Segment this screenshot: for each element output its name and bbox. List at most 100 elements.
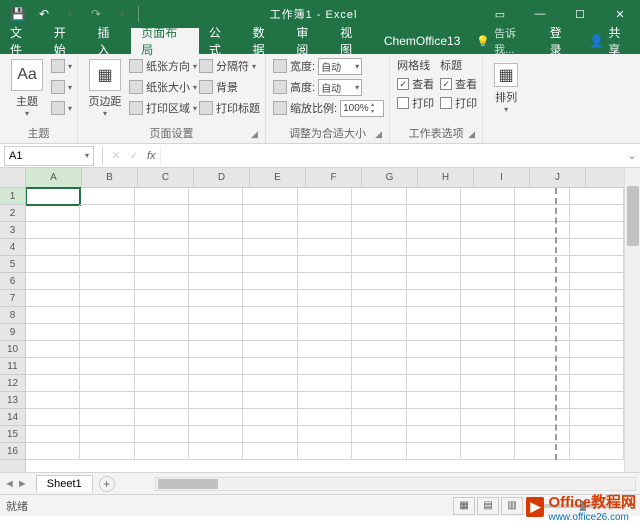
cell[interactable] <box>352 358 406 375</box>
cell[interactable] <box>80 188 134 205</box>
cell[interactable] <box>26 341 80 358</box>
cell[interactable] <box>135 188 189 205</box>
cell[interactable] <box>26 222 80 239</box>
cell[interactable] <box>298 341 352 358</box>
cell[interactable] <box>570 239 624 256</box>
vertical-scrollbar[interactable] <box>624 168 640 472</box>
cell[interactable] <box>243 222 297 239</box>
cell[interactable] <box>189 358 243 375</box>
cell[interactable] <box>352 307 406 324</box>
cell[interactable] <box>407 443 461 460</box>
cell[interactable] <box>135 341 189 358</box>
cell[interactable] <box>189 392 243 409</box>
cell[interactable] <box>352 273 406 290</box>
tab-page-layout[interactable]: 页面布局 <box>131 28 199 54</box>
orientation-button[interactable]: 纸张方向▾ <box>129 56 197 76</box>
cell[interactable] <box>570 222 624 239</box>
page-break-view-button[interactable]: ▥ <box>501 497 523 515</box>
column-header[interactable]: F <box>306 168 362 187</box>
cell[interactable] <box>26 205 80 222</box>
cell[interactable] <box>243 443 297 460</box>
row-header[interactable]: 3 <box>0 222 25 239</box>
cancel-formula-button[interactable]: ✕ <box>107 149 125 162</box>
cell[interactable] <box>243 239 297 256</box>
cell[interactable] <box>407 188 461 205</box>
cell[interactable] <box>135 409 189 426</box>
cell[interactable] <box>461 239 515 256</box>
cell[interactable] <box>515 239 569 256</box>
cell[interactable] <box>352 188 406 205</box>
cell[interactable] <box>515 273 569 290</box>
row-header[interactable]: 6 <box>0 273 25 290</box>
cell[interactable] <box>515 256 569 273</box>
cell[interactable] <box>135 290 189 307</box>
row-header[interactable]: 12 <box>0 375 25 392</box>
cell[interactable] <box>243 392 297 409</box>
cell[interactable] <box>243 307 297 324</box>
column-header[interactable]: I <box>474 168 530 187</box>
cell[interactable] <box>515 358 569 375</box>
cell[interactable] <box>298 443 352 460</box>
cell[interactable] <box>407 290 461 307</box>
cell[interactable] <box>26 188 80 205</box>
row-header[interactable]: 16 <box>0 443 25 460</box>
column-header[interactable]: H <box>418 168 474 187</box>
cell[interactable] <box>515 341 569 358</box>
normal-view-button[interactable]: ▦ <box>453 497 475 515</box>
cell[interactable] <box>189 222 243 239</box>
print-titles-button[interactable]: 打印标题 <box>199 98 260 118</box>
cell[interactable] <box>515 307 569 324</box>
print-area-button[interactable]: 打印区域▾ <box>129 98 197 118</box>
cell[interactable] <box>189 443 243 460</box>
cell[interactable] <box>352 443 406 460</box>
cell[interactable] <box>135 324 189 341</box>
cell[interactable] <box>243 409 297 426</box>
row-header[interactable]: 2 <box>0 205 25 222</box>
sheetopts-dialog-launcher[interactable]: ◢ <box>468 129 480 141</box>
cell[interactable] <box>407 358 461 375</box>
qat-customize-icon[interactable]: ▾ <box>110 2 134 26</box>
cell[interactable] <box>189 426 243 443</box>
cell[interactable] <box>407 375 461 392</box>
cell[interactable] <box>26 256 80 273</box>
scale-input[interactable]: 100%▴▾ <box>340 100 384 117</box>
background-button[interactable]: 背景 <box>199 77 260 97</box>
column-header[interactable]: D <box>194 168 250 187</box>
cell[interactable] <box>243 188 297 205</box>
cell[interactable] <box>26 273 80 290</box>
cell[interactable] <box>189 256 243 273</box>
cell[interactable] <box>461 375 515 392</box>
cell[interactable] <box>189 290 243 307</box>
cell[interactable] <box>80 256 134 273</box>
column-header[interactable]: A <box>26 168 82 187</box>
tab-view[interactable]: 视图 <box>330 28 374 54</box>
gridlines-print-checkbox[interactable] <box>397 97 409 109</box>
tab-review[interactable]: 审阅 <box>286 28 330 54</box>
cell[interactable] <box>26 443 80 460</box>
cell[interactable] <box>461 205 515 222</box>
cell[interactable] <box>407 256 461 273</box>
cell[interactable] <box>352 409 406 426</box>
formula-bar[interactable] <box>160 146 624 166</box>
headings-view-checkbox[interactable]: ✓ <box>440 78 452 90</box>
cell[interactable] <box>135 222 189 239</box>
margins-button[interactable]: ▦ 页边距 ▾ <box>83 56 127 120</box>
row-header[interactable]: 14 <box>0 409 25 426</box>
tab-insert[interactable]: 插入 <box>88 28 132 54</box>
tab-formulas[interactable]: 公式 <box>199 28 243 54</box>
cell[interactable] <box>135 273 189 290</box>
cell[interactable] <box>298 222 352 239</box>
cell[interactable] <box>26 409 80 426</box>
cell[interactable] <box>515 392 569 409</box>
cell[interactable] <box>570 290 624 307</box>
cell[interactable] <box>407 273 461 290</box>
cell[interactable] <box>80 392 134 409</box>
undo-button[interactable]: ↶ <box>32 2 56 26</box>
cell[interactable] <box>135 307 189 324</box>
column-header[interactable]: C <box>138 168 194 187</box>
row-header[interactable]: 4 <box>0 239 25 256</box>
cell[interactable] <box>515 443 569 460</box>
cell[interactable] <box>80 290 134 307</box>
tab-chemoffice[interactable]: ChemOffice13 <box>374 28 470 54</box>
cell[interactable] <box>461 307 515 324</box>
